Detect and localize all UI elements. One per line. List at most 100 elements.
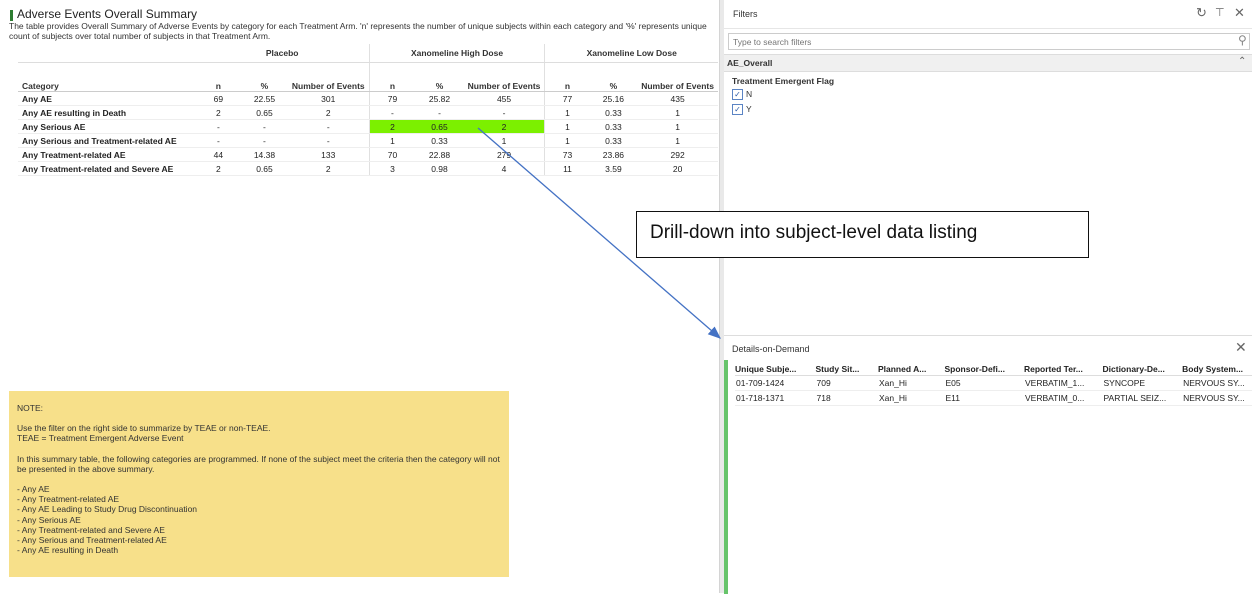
- filter-option-n[interactable]: ✓ N: [732, 89, 753, 101]
- table-row[interactable]: Any Serious and Treatment-related AE - - -1…: [18, 133, 718, 148]
- note-list-item: - Any Treatment-related AE: [17, 494, 120, 505]
- value-cell[interactable]: 1: [369, 133, 416, 148]
- value-cell[interactable]: 23.86: [589, 147, 638, 162]
- details-column-header[interactable]: Reported Ter...: [1023, 362, 1103, 376]
- details-column-header[interactable]: Planned A...: [877, 362, 945, 376]
- details-on-demand-panel: Details-on-Demand ✕ Unique Subje... Study…: [724, 335, 1252, 594]
- col-events-header[interactable]: Number of Events: [637, 62, 718, 92]
- table-row[interactable]: Any Treatment-related AE 44 14.38 133 70 22.8…: [18, 147, 718, 162]
- filter-option-y[interactable]: ✓ Y: [732, 104, 752, 116]
- col-n-header[interactable]: n: [195, 62, 242, 92]
- value-cell[interactable]: 2: [195, 105, 242, 120]
- col-events-header[interactable]: Number of Events: [463, 62, 546, 92]
- header-spacer: [18, 44, 196, 63]
- details-column-header[interactable]: Dictionary-De...: [1102, 362, 1183, 376]
- col-pct-header[interactable]: %: [415, 62, 464, 92]
- value-cell[interactable]: 435: [637, 91, 718, 106]
- value-cell[interactable]: 79: [369, 91, 416, 106]
- table-row[interactable]: Any AE resulting in Death 2 0.65 2- - -1 0.33 1: [18, 105, 718, 120]
- filter-section-header[interactable]: AE_Overall ⌃: [724, 54, 1252, 72]
- close-icon[interactable]: ✕: [1234, 5, 1245, 21]
- table-row[interactable]: 01-709-1424 709 Xan_Hi E05 VERBATIM_1... SYNC…: [735, 375, 1252, 391]
- value-cell[interactable]: 1: [544, 105, 590, 120]
- value-cell[interactable]: 44: [195, 147, 242, 162]
- value-cell[interactable]: 11: [544, 161, 590, 176]
- col-pct-header[interactable]: %: [241, 62, 288, 92]
- value-cell[interactable]: 133: [287, 147, 370, 162]
- value-cell[interactable]: 0.65: [241, 105, 288, 120]
- category-header[interactable]: Category: [18, 62, 196, 92]
- value-cell[interactable]: 1: [463, 133, 546, 148]
- arm-header-low-dose[interactable]: Xanomeline Low Dose: [544, 44, 718, 63]
- value-cell[interactable]: 279: [463, 147, 546, 162]
- value-cell[interactable]: -: [287, 133, 370, 148]
- details-column-header[interactable]: Body System...: [1182, 362, 1252, 376]
- value-cell[interactable]: 14.38: [241, 147, 288, 162]
- col-pct-header[interactable]: %: [589, 62, 638, 92]
- value-cell[interactable]: 70: [369, 147, 416, 162]
- value-cell[interactable]: 292: [637, 147, 718, 162]
- value-cell[interactable]: -: [463, 105, 546, 120]
- value-cell[interactable]: 0.65: [241, 161, 288, 176]
- value-cell[interactable]: 73: [544, 147, 590, 162]
- filter-option-label: N: [746, 89, 753, 99]
- value-cell[interactable]: 2: [369, 119, 416, 134]
- value-cell[interactable]: 69: [195, 91, 242, 106]
- value-cell[interactable]: -: [195, 119, 242, 134]
- value-cell[interactable]: 1: [544, 133, 590, 148]
- arm-header-placebo[interactable]: Placebo: [195, 44, 370, 63]
- value-cell[interactable]: 2: [287, 161, 370, 176]
- details-column-header[interactable]: Unique Subje...: [735, 362, 816, 376]
- value-cell[interactable]: 2: [287, 105, 370, 120]
- value-cell[interactable]: 0.33: [589, 133, 638, 148]
- value-cell[interactable]: 1: [637, 119, 718, 134]
- details-column-header[interactable]: Sponsor-Defi...: [944, 362, 1024, 376]
- note-heading: NOTE:: [17, 403, 43, 413]
- value-cell[interactable]: 25.16: [589, 91, 638, 106]
- table-row[interactable]: Any Treatment-related and Severe AE 2 0.65…: [18, 161, 718, 176]
- value-cell[interactable]: 20: [637, 161, 718, 176]
- value-cell[interactable]: 0.33: [589, 119, 638, 134]
- close-icon[interactable]: ✕: [1235, 339, 1247, 356]
- value-cell[interactable]: 0.65: [415, 119, 464, 134]
- value-cell[interactable]: 455: [463, 91, 546, 106]
- value-cell[interactable]: 301: [287, 91, 370, 106]
- value-cell[interactable]: 22.55: [241, 91, 288, 106]
- value-cell[interactable]: 3.59: [589, 161, 638, 176]
- value-cell[interactable]: 1: [637, 133, 718, 148]
- value-cell[interactable]: 3: [369, 161, 416, 176]
- value-cell[interactable]: -: [241, 119, 288, 134]
- value-cell[interactable]: 4: [463, 161, 546, 176]
- table-row[interactable]: Any AE 69 22.55 301 79 25.82 455 77 25.16 435: [18, 91, 718, 106]
- value-cell[interactable]: 1: [637, 105, 718, 120]
- value-cell[interactable]: -: [369, 105, 416, 120]
- value-cell[interactable]: 0.33: [415, 133, 464, 148]
- reset-icon[interactable]: ↻: [1196, 5, 1207, 21]
- value-cell[interactable]: 22.88: [415, 147, 464, 162]
- value-cell[interactable]: 25.82: [415, 91, 464, 106]
- value-cell[interactable]: -: [287, 119, 370, 134]
- pin-icon[interactable]: ⊤: [1215, 6, 1225, 19]
- value-cell[interactable]: 2: [463, 119, 546, 134]
- value-cell[interactable]: -: [241, 133, 288, 148]
- table-row[interactable]: Any Serious AE - - -2 0.65 2 1 0.33 1: [18, 119, 718, 134]
- search-icon[interactable]: ⚲: [1238, 33, 1247, 47]
- value-cell[interactable]: -: [195, 133, 242, 148]
- details-column-header[interactable]: Study Sit...: [815, 362, 878, 376]
- col-events-header[interactable]: Number of Events: [287, 62, 370, 92]
- value-cell[interactable]: 2: [195, 161, 242, 176]
- value-cell[interactable]: 0.33: [589, 105, 638, 120]
- col-n-header[interactable]: n: [544, 62, 590, 92]
- value-cell[interactable]: 0.98: [415, 161, 464, 176]
- value-cell[interactable]: 1: [544, 119, 590, 134]
- value-cell[interactable]: -: [415, 105, 464, 120]
- chevron-up-icon[interactable]: ⌃: [1238, 56, 1246, 67]
- filter-search-input[interactable]: [728, 33, 1250, 50]
- value-cell[interactable]: 77: [544, 91, 590, 106]
- table-row[interactable]: 01-718-1371 718 Xan_Hi E11 VERBATIM_0... PART…: [735, 390, 1252, 406]
- arm-header-high-dose[interactable]: Xanomeline High Dose: [369, 44, 546, 63]
- checkbox-n[interactable]: ✓: [732, 89, 743, 101]
- col-n-header[interactable]: n: [369, 62, 416, 92]
- checkbox-y[interactable]: ✓: [732, 104, 743, 116]
- details-cell: E05: [944, 375, 1024, 391]
